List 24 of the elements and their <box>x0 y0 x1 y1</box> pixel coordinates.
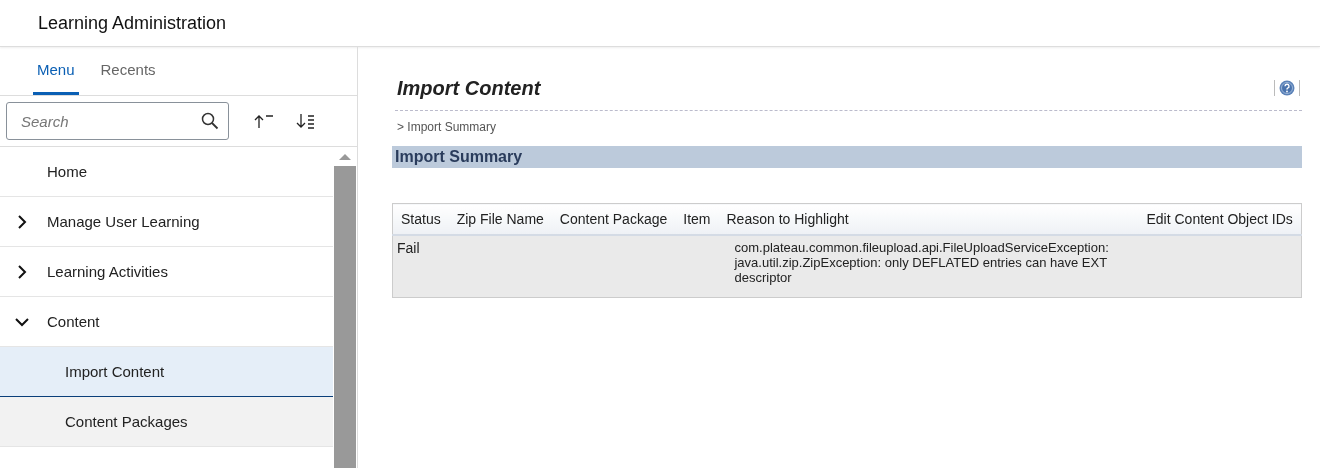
chevron-right-icon <box>15 214 29 229</box>
menu-tab[interactable]: Recents <box>96 47 160 95</box>
menu-tab[interactable]: Menu <box>33 47 79 95</box>
breadcrumb: > Import Summary <box>395 110 1302 134</box>
column-header: Edit Content Object IDs <box>1138 203 1302 235</box>
search-icon <box>201 112 219 130</box>
column-header: Zip File Name <box>448 203 552 235</box>
help-icon <box>1278 80 1295 96</box>
column-header: Item <box>675 203 719 235</box>
sort-list-icon[interactable] <box>295 113 317 129</box>
table-cell-text: Fail <box>397 240 421 256</box>
section-title: Import Summary <box>395 148 523 166</box>
column-header: Status <box>392 203 449 235</box>
column-header: Content Package <box>551 203 676 235</box>
table-cell-text: com.plateau.common.fileupload.api.FileUploadServiceException: java.util.zip.ZipException: only DEFLATED entries can have EXT descriptor <box>734 240 1110 285</box>
page-title: Import Content <box>397 76 541 100</box>
menu-item[interactable]: Content Packages <box>0 397 333 447</box>
chevron-right-icon <box>15 264 29 279</box>
collapse-all-icon[interactable] <box>253 113 275 129</box>
search-field[interactable]: Search <box>6 102 229 140</box>
column-header: Reason to Highlight <box>718 203 1139 235</box>
app-title: Learning Administration <box>38 12 227 34</box>
help-button[interactable] <box>1273 80 1300 96</box>
menu-item[interactable]: Import Content <box>0 347 333 397</box>
